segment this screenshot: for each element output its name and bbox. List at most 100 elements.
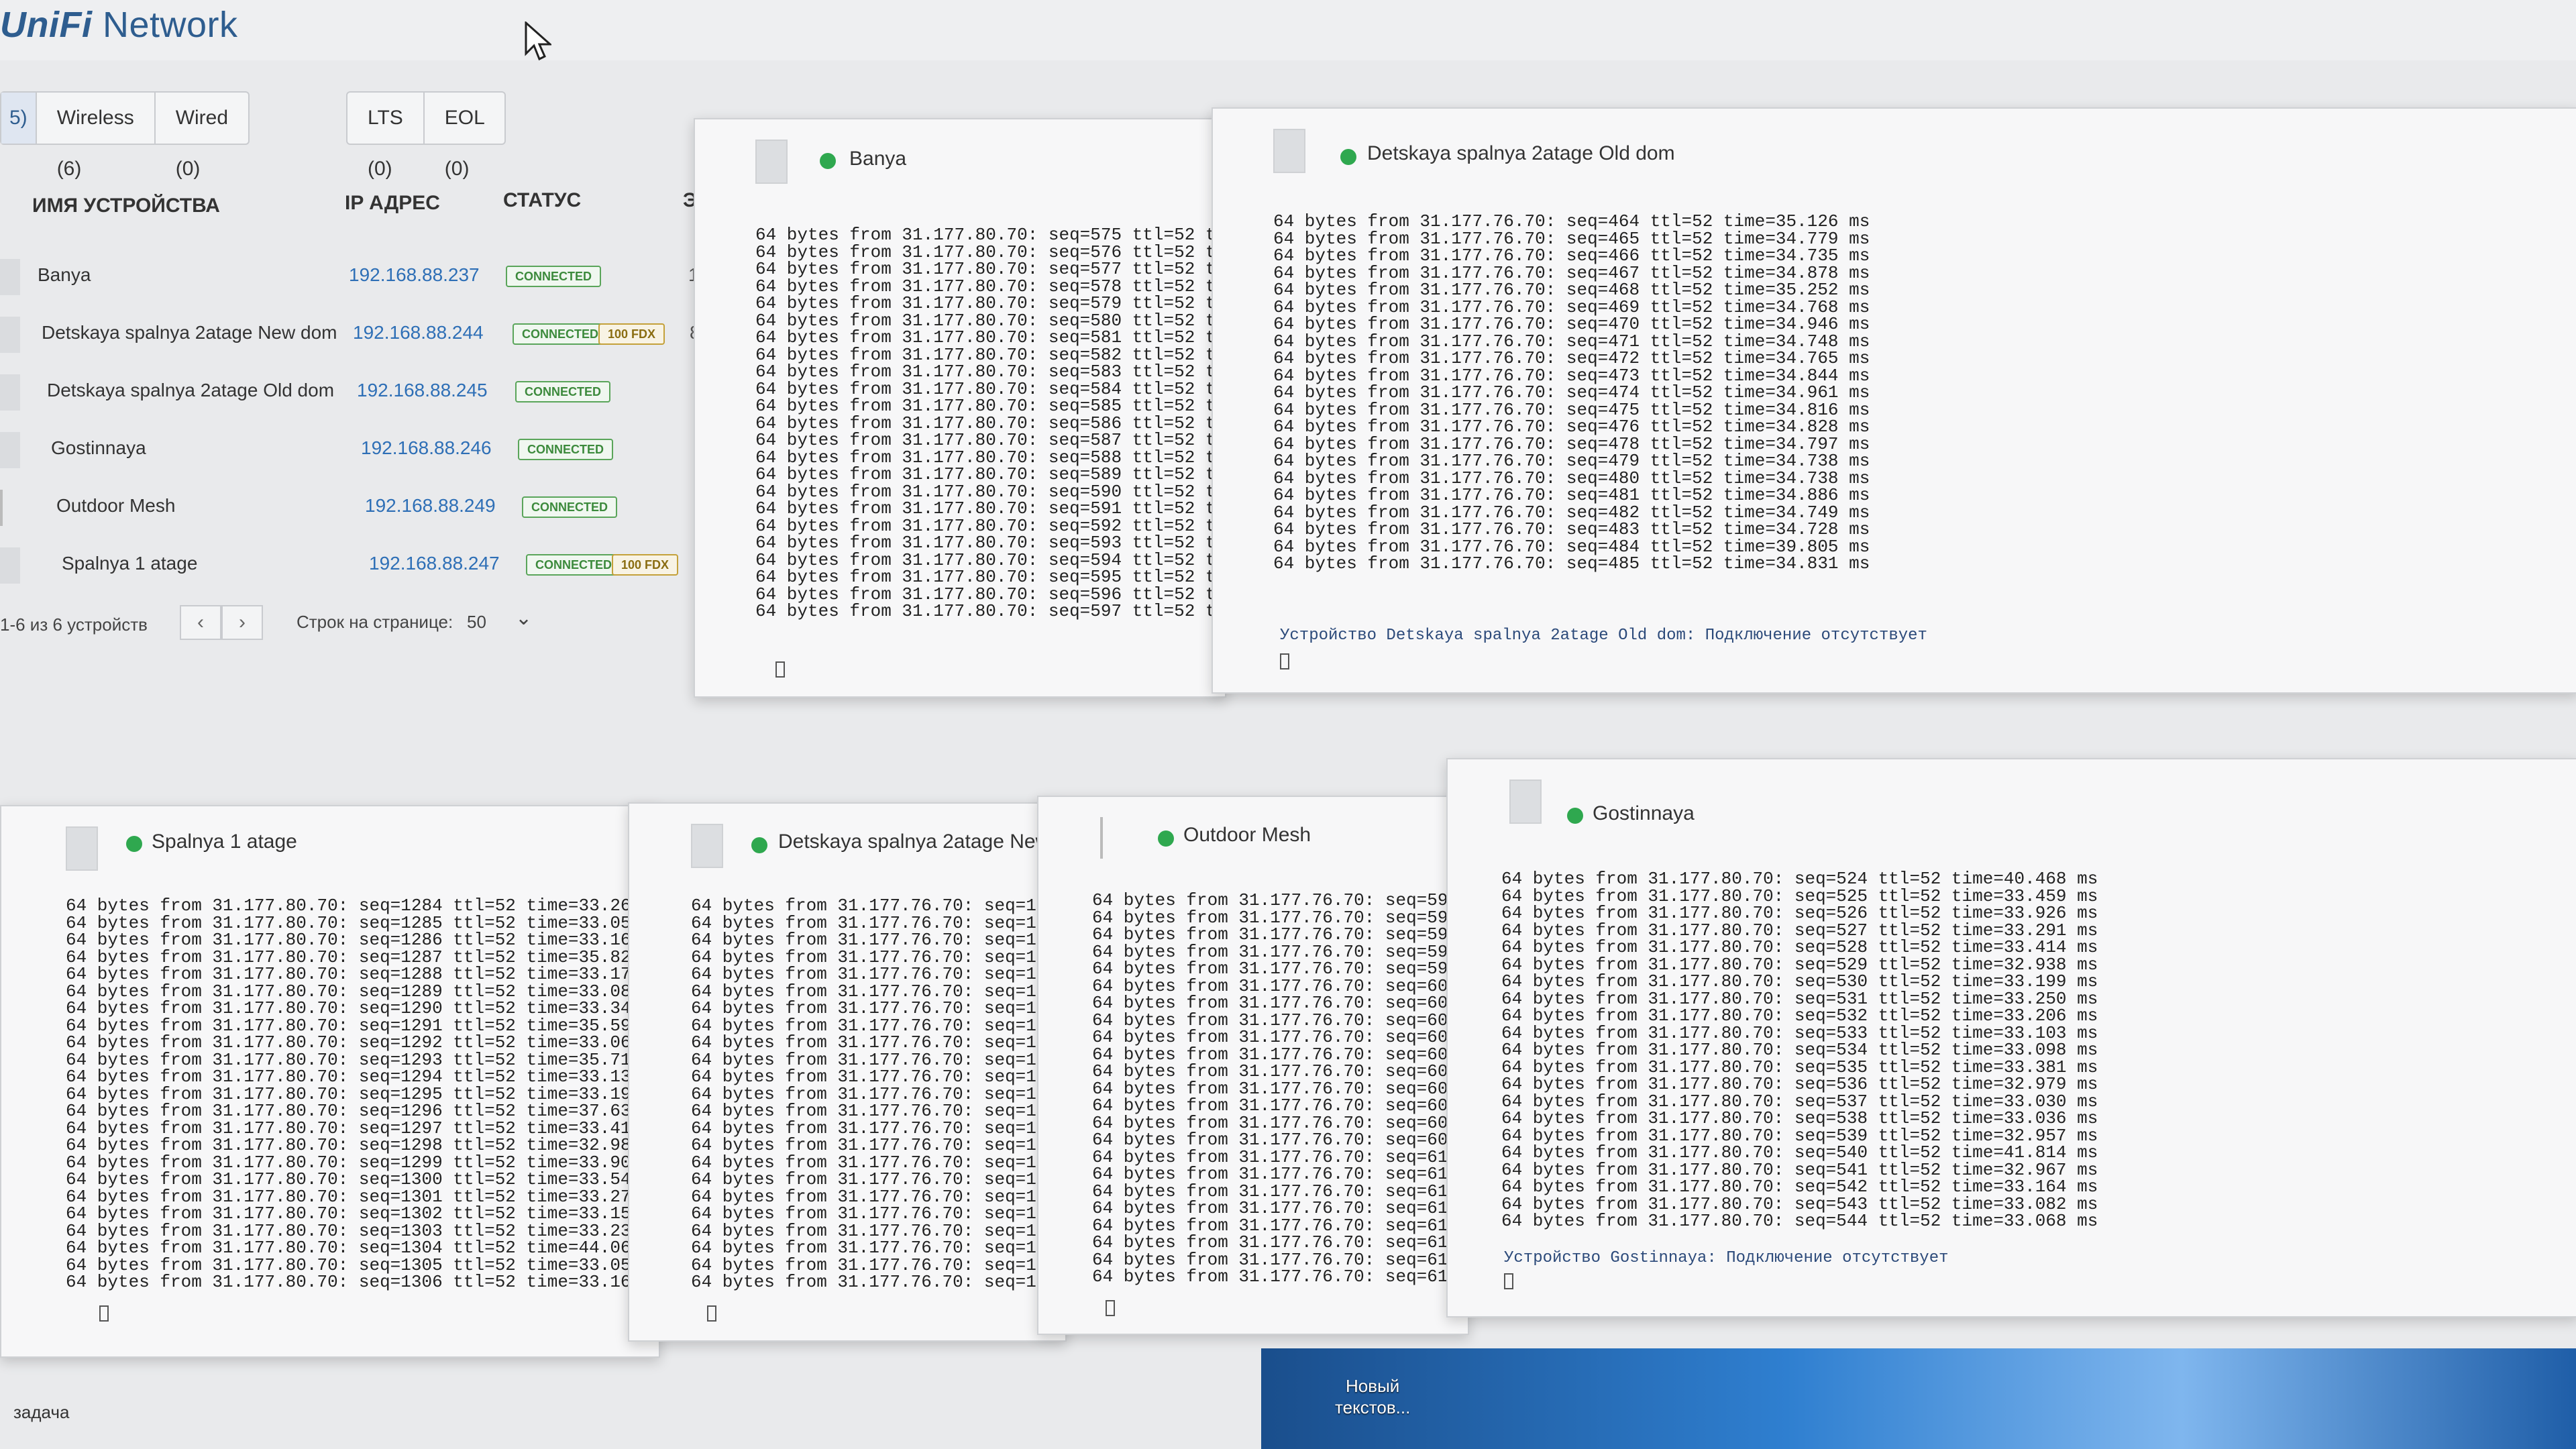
ping-line: 64 bytes from 31.177.80.70: seq=534 ttl=… — [1501, 1040, 2098, 1060]
filter-lts-button[interactable]: LTS (0) — [347, 93, 425, 180]
terminal-cursor — [99, 1305, 109, 1322]
prev-page-button[interactable]: ‹ — [180, 605, 221, 640]
ping-line: 64 bytes from 31.177.76.70: seq=479 ttl=… — [1273, 451, 1870, 471]
ping-line: 64 bytes from 31.177.76.70: seq=599 — [1092, 959, 1459, 979]
table-row[interactable]: Banya 192.168.88.237 CONNECTED 1 — [0, 248, 711, 306]
online-status-icon — [1158, 830, 1174, 847]
ping-line: 64 bytes from 31.177.80.70: seq=597 ttl=… — [755, 601, 1226, 621]
ping-line: 64 bytes from 31.177.80.70: seq=1290 ttl… — [66, 998, 660, 1018]
ping-line: 64 bytes from 31.177.80.70: seq=579 ttl=… — [755, 293, 1226, 313]
table-row[interactable]: Outdoor Mesh 192.168.88.249 CONNECTED 9 — [0, 479, 711, 537]
device-icon — [0, 317, 20, 353]
device-ip[interactable]: 192.168.88.246 — [361, 437, 492, 459]
ping-line: 64 bytes from 31.177.76.70: seq=128 — [691, 1067, 1058, 1087]
terminal-cursor — [707, 1305, 716, 1322]
ping-line: 64 bytes from 31.177.76.70: seq=127 — [691, 964, 1058, 984]
device-name[interactable]: Detskaya spalnya 2atage Old dom — [47, 380, 334, 401]
filter-all-button[interactable]: 5) — [1, 93, 37, 144]
ping-line: 64 bytes from 31.177.76.70: seq=611 — [1092, 1164, 1459, 1184]
ping-line: 64 bytes from 31.177.80.70: seq=1298 ttl… — [66, 1135, 660, 1155]
device-name[interactable]: Outdoor Mesh — [56, 495, 175, 517]
device-ip[interactable]: 192.168.88.247 — [369, 553, 500, 574]
ping-line: 64 bytes from 31.177.76.70: seq=605 — [1092, 1061, 1459, 1081]
ping-line: 64 bytes from 31.177.80.70: seq=544 ttl=… — [1501, 1211, 2098, 1231]
next-page-button[interactable]: › — [221, 605, 263, 640]
online-status-icon — [1340, 149, 1356, 165]
ping-window-header[interactable]: Spalnya 1 atage — [1, 806, 659, 880]
pagination-summary: 1-6 из 6 устройств — [0, 614, 148, 635]
status-badge: CONNECTED — [506, 266, 602, 287]
online-status-icon — [1567, 808, 1583, 824]
ping-window-header[interactable]: Detskaya spalnya 2atage Old dom — [1213, 109, 2576, 182]
ping-output: 64 bytes from 31.177.80.70: seq=575 ttl=… — [755, 226, 1226, 621]
filter-eol-button[interactable]: EOL (0) — [425, 93, 504, 180]
ping-line: 64 bytes from 31.177.76.70: seq=609 — [1092, 1130, 1459, 1150]
filter-wireless-button[interactable]: Wireless (6) — [37, 93, 156, 180]
top-bar: UniFi Network — [0, 0, 2576, 60]
device-icon — [0, 259, 20, 295]
ping-line: 64 bytes from 31.177.80.70: seq=1296 ttl… — [66, 1101, 660, 1121]
ping-line: 64 bytes from 31.177.76.70: seq=617 — [1092, 1267, 1459, 1287]
status-badge: CONNECTED — [518, 439, 614, 460]
ping-window-gostinnaya[interactable]: Gostinnaya 64 bytes from 31.177.80.70: s… — [1446, 758, 2576, 1318]
desktop-file-icon[interactable]: Новый текстов... — [1335, 1375, 1410, 1418]
ping-line: 64 bytes from 31.177.76.70: seq=127 — [691, 930, 1058, 950]
ping-line: 64 bytes from 31.177.76.70: seq=470 ttl=… — [1273, 314, 1870, 334]
table-row[interactable]: Spalnya 1 atage 192.168.88.247 CONNECTED… — [0, 537, 712, 594]
ping-window-header[interactable]: Gostinnaya — [1448, 759, 2576, 833]
ping-line: 64 bytes from 31.177.76.70: seq=615 — [1092, 1232, 1459, 1252]
ping-line: 64 bytes from 31.177.80.70: seq=587 ttl=… — [755, 430, 1226, 450]
ping-line: 64 bytes from 31.177.80.70: seq=1304 ttl… — [66, 1238, 660, 1258]
online-status-icon — [751, 837, 767, 853]
taskbar-label[interactable]: задача — [13, 1402, 69, 1423]
ping-line: 64 bytes from 31.177.80.70: seq=542 ttl=… — [1501, 1177, 2098, 1197]
table-row[interactable]: Detskaya spalnya 2atage New dom 192.168.… — [0, 306, 711, 364]
table-row[interactable]: Gostinnaya 192.168.88.246 CONNECTED 9 — [0, 421, 711, 479]
device-ip[interactable]: 192.168.88.237 — [349, 264, 480, 286]
ping-line: 64 bytes from 31.177.80.70: seq=540 ttl=… — [1501, 1142, 2098, 1163]
header-device-name[interactable]: ИМЯ УСТРОЙСТВА — [32, 195, 220, 217]
rows-per-page-select[interactable]: 50 — [467, 612, 486, 633]
ping-window-title: Spalnya 1 atage — [152, 830, 297, 853]
device-name[interactable]: Detskaya spalnya 2atage New dom — [42, 322, 337, 343]
ping-window-header[interactable]: Banya — [695, 119, 1225, 193]
chevron-down-icon[interactable]: ⌄ — [515, 606, 532, 630]
table-row[interactable]: Detskaya spalnya 2atage Old dom 192.168.… — [0, 364, 711, 421]
device-name[interactable]: Banya — [38, 264, 91, 286]
device-name[interactable]: Gostinnaya — [51, 437, 146, 459]
device-ip[interactable]: 192.168.88.249 — [365, 495, 496, 517]
ping-window-old-dom[interactable]: Detskaya spalnya 2atage Old dom 64 bytes… — [1212, 107, 2576, 694]
ping-line: 64 bytes from 31.177.76.70: seq=128 — [691, 1135, 1058, 1155]
device-thumbnail-icon — [1273, 129, 1305, 173]
ping-line: 64 bytes from 31.177.76.70: seq=483 ttl=… — [1273, 519, 1870, 539]
device-name[interactable]: Spalnya 1 atage — [62, 553, 197, 574]
device-ip[interactable]: 192.168.88.245 — [357, 380, 488, 401]
filter-group-type: 5) Wireless (6) Wired (0) — [0, 91, 250, 180]
ping-line: 64 bytes from 31.177.80.70: seq=593 ttl=… — [755, 533, 1226, 553]
mouse-cursor-icon — [525, 21, 551, 61]
ping-window-header[interactable]: Detskaya spalnya 2atage New — [629, 804, 1065, 877]
header-status[interactable]: СТАТУС — [503, 189, 581, 212]
ping-line: 64 bytes from 31.177.80.70: seq=1288 ttl… — [66, 964, 660, 984]
device-ip[interactable]: 192.168.88.244 — [353, 322, 484, 343]
terminal-cursor — [775, 661, 785, 678]
app-logo[interactable]: UniFi Network — [0, 4, 238, 46]
device-thumbnail-icon — [1509, 780, 1542, 824]
ping-line: 64 bytes from 31.177.80.70: seq=591 ttl=… — [755, 498, 1226, 519]
ping-window-new-dom[interactable]: Detskaya spalnya 2atage New 64 bytes fro… — [628, 802, 1067, 1342]
ping-line: 64 bytes from 31.177.76.70: seq=597 — [1092, 924, 1459, 945]
ping-window-spalnya[interactable]: Spalnya 1 atage 64 bytes from 31.177.80.… — [0, 805, 660, 1358]
ping-line: 64 bytes from 31.177.76.70: seq=127 — [691, 998, 1058, 1018]
device-icon — [0, 547, 20, 584]
ping-window-banya[interactable]: Banya 64 bytes from 31.177.80.70: seq=57… — [694, 118, 1226, 698]
ping-output: 64 bytes from 31.177.76.70: seq=464 ttl=… — [1273, 213, 1870, 573]
ping-line: 64 bytes from 31.177.80.70: seq=532 ttl=… — [1501, 1006, 2098, 1026]
ping-window-header[interactable]: Outdoor Mesh — [1038, 797, 1468, 871]
ping-line: 64 bytes from 31.177.80.70: seq=1292 ttl… — [66, 1032, 660, 1053]
header-ip-address[interactable]: IP АДРЕС — [345, 192, 440, 215]
device-thumbnail-icon — [66, 826, 98, 871]
filter-wired-button[interactable]: Wired (0) — [156, 93, 248, 180]
ping-line: 64 bytes from 31.177.76.70: seq=476 ttl=… — [1273, 417, 1870, 437]
ping-window-title: Outdoor Mesh — [1183, 824, 1311, 846]
ping-window-outdoor[interactable]: Outdoor Mesh 64 bytes from 31.177.76.70:… — [1037, 796, 1469, 1335]
